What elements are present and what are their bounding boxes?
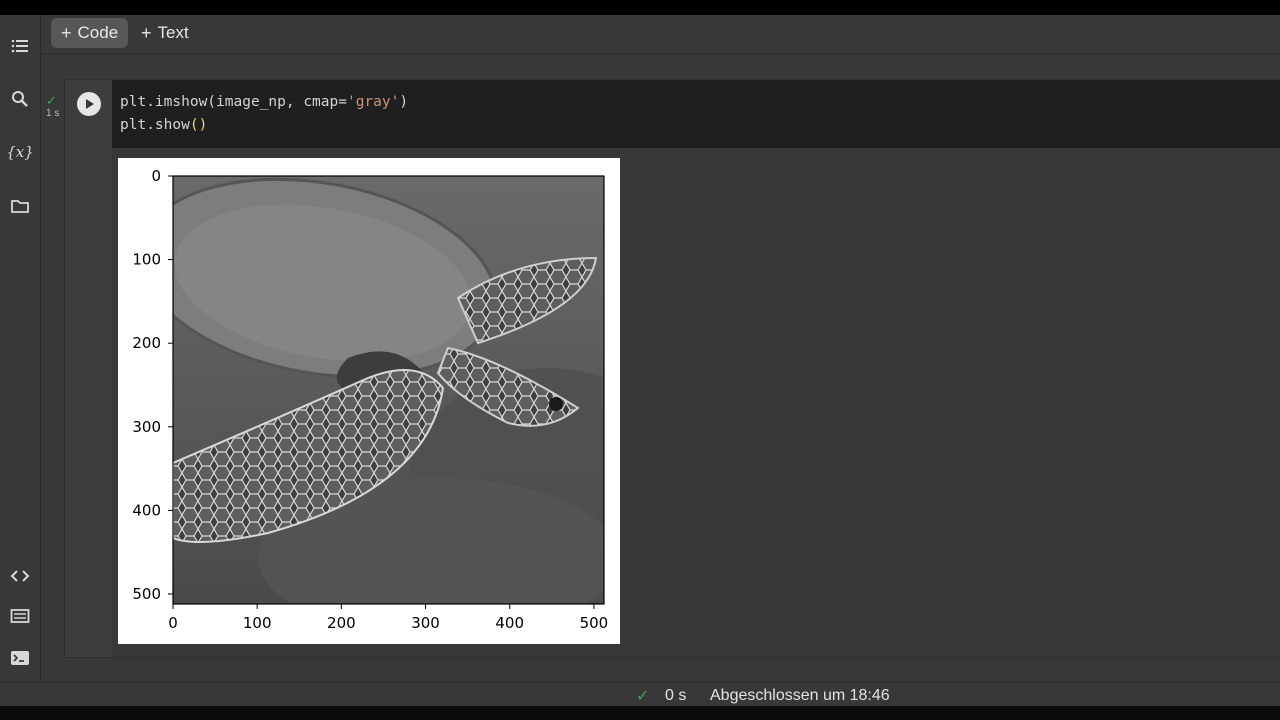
cell-gutter xyxy=(65,80,112,657)
code-snippets-icon[interactable] xyxy=(8,564,32,588)
top-letterbox xyxy=(0,0,1280,15)
plus-icon: + xyxy=(61,22,72,43)
x-tick-label: 300 xyxy=(411,614,440,632)
y-tick-label: 0 xyxy=(151,167,161,185)
x-tick-label: 500 xyxy=(580,614,609,632)
code-editor[interactable]: plt.imshow(image_np, cmap='gray') plt.sh… xyxy=(112,80,1280,148)
status-bar: ✓ 0 s Abgeschlossen um 18:46 xyxy=(0,682,1280,707)
add-code-label: Code xyxy=(77,23,119,42)
x-tick-label: 400 xyxy=(495,614,524,632)
add-text-cell-button[interactable]: + Text xyxy=(131,18,199,48)
y-tick-label: 300 xyxy=(132,418,161,436)
plot-output: 0 100 200 300 400 500 0 100 200 300 400 500 xyxy=(118,158,620,644)
code-line-2: plt.show() xyxy=(120,117,208,133)
y-axis: 0 100 200 300 400 500 xyxy=(132,167,173,603)
add-text-label: Text xyxy=(157,23,189,42)
cell-exec-time: 1 s xyxy=(46,108,60,119)
bottom-letterbox xyxy=(0,706,1280,720)
status-check-icon: ✓ xyxy=(636,688,650,705)
x-tick-label: 100 xyxy=(243,614,272,632)
status-duration: 0 s xyxy=(665,687,687,704)
add-code-cell-button[interactable]: + Code xyxy=(51,18,129,48)
plus-icon: + xyxy=(141,22,152,43)
variables-icon[interactable]: {x} xyxy=(6,140,34,164)
x-tick-label: 0 xyxy=(168,614,178,632)
menu-icon[interactable] xyxy=(8,34,32,58)
cell-success-check-icon: ✓ xyxy=(46,93,57,108)
left-sidebar: {x} xyxy=(0,15,41,682)
play-icon xyxy=(86,99,94,109)
y-tick-label: 500 xyxy=(132,585,161,603)
x-tick-label: 200 xyxy=(327,614,356,632)
command-palette-icon[interactable] xyxy=(8,604,32,628)
image-plot: 0 100 200 300 400 500 0 100 200 300 400 500 xyxy=(132,167,608,632)
y-tick-label: 400 xyxy=(132,501,161,519)
notebook-toolbar: + Code + Text xyxy=(41,15,1280,54)
y-tick-label: 200 xyxy=(132,334,161,352)
run-cell-button[interactable] xyxy=(77,92,101,116)
terminal-icon[interactable] xyxy=(8,646,32,670)
folder-icon[interactable] xyxy=(8,194,32,218)
turtle-image xyxy=(173,176,604,604)
x-axis: 0 100 200 300 400 500 xyxy=(168,604,608,632)
y-tick-label: 100 xyxy=(132,251,161,269)
code-line-1: plt.imshow(image_np, cmap='gray') xyxy=(120,94,409,110)
status-message[interactable]: Abgeschlossen um 18:46 xyxy=(710,687,890,705)
search-icon[interactable] xyxy=(8,87,32,111)
